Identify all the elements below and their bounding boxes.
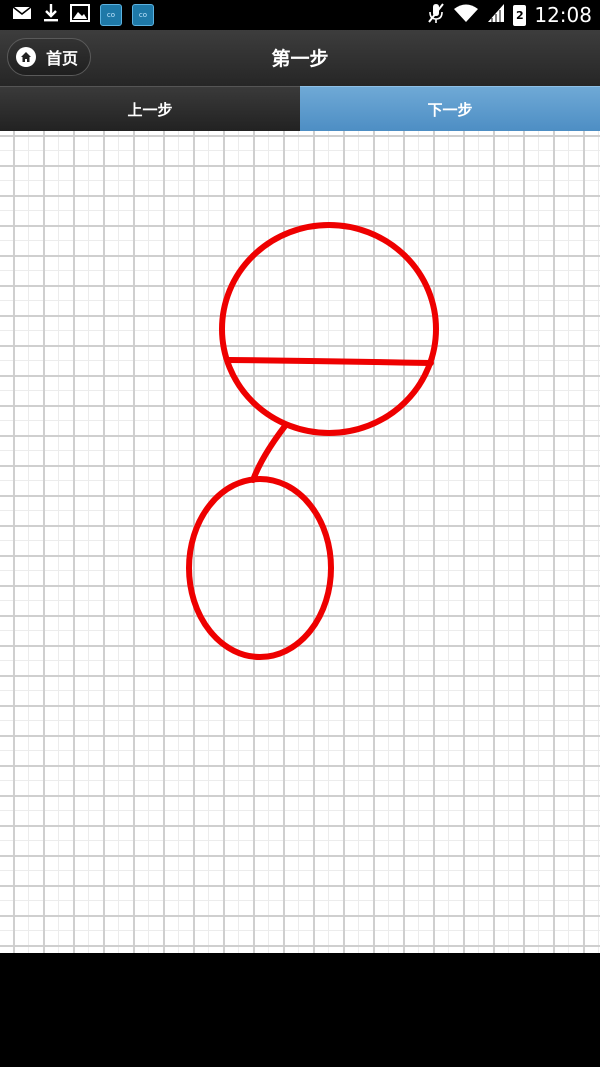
wifi-icon: [453, 3, 479, 27]
mail-icon: [12, 5, 32, 25]
status-bar: co co 2 12:08: [0, 0, 600, 30]
bottom-blank-area: [0, 953, 600, 1067]
sketch-drawing: [186, 222, 439, 660]
body-oval: [186, 476, 334, 660]
next-step-button[interactable]: 下一步: [300, 86, 600, 131]
signal-icon: [487, 3, 505, 27]
notification-icons: co co: [12, 3, 154, 27]
neck-line: [250, 423, 288, 483]
mute-icon: [427, 2, 445, 28]
step-nav: 上一步 下一步: [0, 86, 600, 131]
app-icon-1: co: [100, 4, 122, 26]
head-horizontal-line: [226, 357, 434, 366]
download-icon: [42, 3, 60, 27]
head-circle: [219, 222, 439, 436]
system-icons: 2 12:08: [427, 2, 592, 28]
drawing-canvas[interactable]: [0, 131, 600, 953]
image-icon: [70, 4, 90, 26]
page-title: 第一步: [271, 48, 329, 70]
header-bar: 首页 第一步: [0, 30, 600, 87]
battery-icon: 2: [513, 4, 527, 26]
battery-level: 2: [516, 8, 524, 22]
app-icon-2: co: [132, 4, 154, 26]
prev-step-button[interactable]: 上一步: [0, 86, 300, 131]
clock-time: 12:08: [534, 3, 592, 27]
